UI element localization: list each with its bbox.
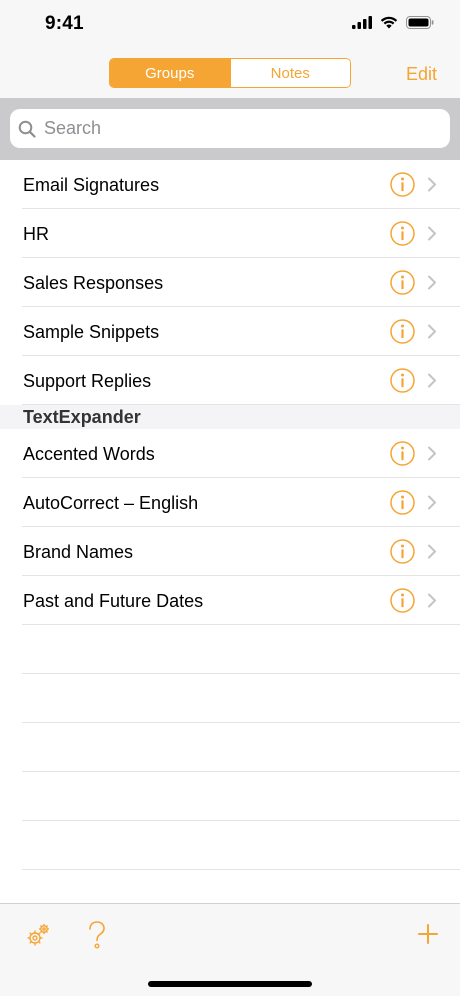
section-title: TextExpander [23, 407, 141, 427]
info-icon[interactable] [390, 221, 415, 246]
chevron-right-icon [428, 373, 436, 388]
empty-row [0, 674, 460, 723]
empty-row [0, 625, 460, 674]
list-item[interactable]: Brand Names [0, 527, 460, 576]
groups-list: Email Signatures HR Sales Responses Samp… [0, 160, 460, 870]
list-item-label: AutoCorrect – English [23, 493, 199, 513]
info-icon[interactable] [390, 172, 415, 197]
segmented-control: Groups Notes [109, 58, 351, 88]
list-item-label: Sales Responses [23, 273, 164, 293]
info-icon[interactable] [390, 441, 415, 466]
chevron-right-icon [428, 544, 436, 559]
gear-icon[interactable] [24, 921, 52, 949]
chevron-right-icon [428, 226, 436, 241]
list-item[interactable]: Support Replies [0, 356, 460, 405]
info-icon[interactable] [390, 588, 415, 613]
edit-button[interactable]: Edit [406, 64, 437, 85]
list-item-label: HR [23, 224, 49, 244]
list-item-label: Email Signatures [23, 175, 160, 195]
list-item[interactable]: AutoCorrect – English [0, 478, 460, 527]
empty-row [0, 723, 460, 772]
chevron-right-icon [428, 324, 436, 339]
navigation-bar: Groups Notes Edit [0, 50, 460, 98]
search-field[interactable] [10, 109, 450, 148]
empty-row [0, 821, 460, 870]
help-icon[interactable] [86, 920, 108, 950]
search-bar [0, 98, 460, 160]
battery-icon [406, 16, 434, 29]
search-icon [18, 120, 36, 138]
list-item[interactable]: HR [0, 209, 460, 258]
cellular-signal-icon [352, 16, 372, 29]
status-time: 9:41 [45, 13, 84, 34]
list-item[interactable]: Sales Responses [0, 258, 460, 307]
wifi-icon [380, 16, 398, 29]
add-icon[interactable] [417, 923, 439, 945]
segment-notes[interactable]: Notes [229, 59, 350, 87]
list-item-label: Sample Snippets [23, 322, 160, 342]
chevron-right-icon [428, 177, 436, 192]
info-icon[interactable] [390, 319, 415, 344]
info-icon[interactable] [390, 490, 415, 515]
list-item-label: Accented Words [23, 444, 155, 464]
empty-row [0, 772, 460, 821]
section-header: TextExpander [0, 405, 460, 429]
chevron-right-icon [428, 593, 436, 608]
info-icon[interactable] [390, 539, 415, 564]
list-item[interactable]: Sample Snippets [0, 307, 460, 356]
status-bar: 9:41 [0, 0, 460, 50]
home-indicator [148, 981, 312, 987]
info-icon[interactable] [390, 368, 415, 393]
list-item[interactable]: Email Signatures [0, 160, 460, 209]
status-icons [352, 16, 434, 29]
chevron-right-icon [428, 275, 436, 290]
list-item-label: Support Replies [23, 371, 152, 391]
list-item-label: Brand Names [23, 542, 134, 562]
info-icon[interactable] [390, 270, 415, 295]
list-item-label: Past and Future Dates [23, 591, 204, 611]
chevron-right-icon [428, 495, 436, 510]
segment-groups[interactable]: Groups [110, 59, 230, 87]
list-item[interactable]: Past and Future Dates [0, 576, 460, 625]
chevron-right-icon [428, 446, 436, 461]
search-input[interactable] [42, 117, 426, 140]
list-item[interactable]: Accented Words [0, 429, 460, 478]
